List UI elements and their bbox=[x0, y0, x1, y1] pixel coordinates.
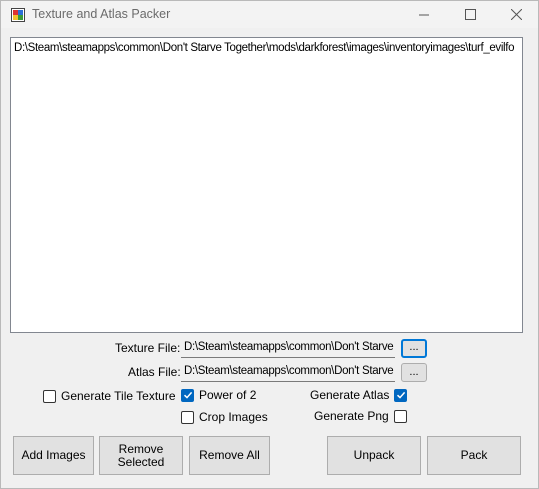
checkbox-box[interactable] bbox=[394, 388, 408, 402]
texture-browse-button[interactable]: ... bbox=[401, 339, 427, 358]
texture-file-field[interactable]: D:\Steam\steamapps\common\Don't Starve bbox=[181, 340, 395, 358]
atlas-file-label: Atlas File: bbox=[128, 365, 181, 379]
main-window: Texture and Atlas Packer D:\Steam\steama… bbox=[0, 0, 539, 489]
atlas-browse-button[interactable]: ... bbox=[401, 363, 427, 382]
atlas-file-field[interactable]: D:\Steam\steamapps\common\Don't Starve bbox=[181, 364, 395, 382]
generate-png-label: Generate Png bbox=[314, 409, 389, 423]
file-list[interactable]: D:\Steam\steamapps\common\Don't Starve T… bbox=[10, 37, 523, 333]
minimize-button[interactable] bbox=[401, 1, 447, 28]
remove-all-button[interactable]: Remove All bbox=[189, 436, 270, 475]
window-title: Texture and Atlas Packer bbox=[32, 7, 171, 21]
generate-tile-texture-label: Generate Tile Texture bbox=[61, 389, 176, 403]
close-button[interactable] bbox=[493, 1, 539, 28]
title-bar[interactable]: Texture and Atlas Packer bbox=[1, 1, 538, 28]
checkmark-icon bbox=[183, 391, 192, 399]
checkmark-icon bbox=[396, 391, 406, 399]
power-of-2-label: Power of 2 bbox=[199, 388, 257, 402]
close-icon bbox=[510, 9, 522, 20]
generate-tile-texture-checkbox[interactable]: Generate Tile Texture bbox=[43, 389, 176, 403]
pack-button[interactable]: Pack bbox=[427, 436, 521, 475]
generate-png-checkbox[interactable]: Generate Png bbox=[314, 409, 407, 423]
app-icon bbox=[11, 8, 25, 22]
unpack-button[interactable]: Unpack bbox=[327, 436, 421, 475]
crop-images-checkbox[interactable]: Crop Images bbox=[181, 410, 268, 424]
checkbox-box[interactable] bbox=[393, 409, 407, 423]
checkbox-box[interactable] bbox=[181, 410, 194, 424]
generate-atlas-checkbox[interactable]: Generate Atlas bbox=[310, 388, 408, 402]
checkbox-box[interactable] bbox=[181, 388, 194, 402]
checkbox-box[interactable] bbox=[43, 389, 56, 403]
generate-atlas-label: Generate Atlas bbox=[310, 388, 390, 402]
maximize-icon bbox=[464, 9, 476, 20]
list-item[interactable]: D:\Steam\steamapps\common\Don't Starve T… bbox=[14, 42, 514, 54]
power-of-2-checkbox[interactable]: Power of 2 bbox=[181, 388, 256, 402]
remove-selected-button[interactable]: Remove Selected bbox=[99, 436, 183, 475]
add-images-button[interactable]: Add Images bbox=[13, 436, 94, 475]
maximize-button[interactable] bbox=[447, 1, 493, 28]
crop-images-label: Crop Images bbox=[199, 410, 268, 424]
texture-file-label: Texture File: bbox=[115, 341, 181, 355]
minimize-icon bbox=[419, 14, 429, 15]
